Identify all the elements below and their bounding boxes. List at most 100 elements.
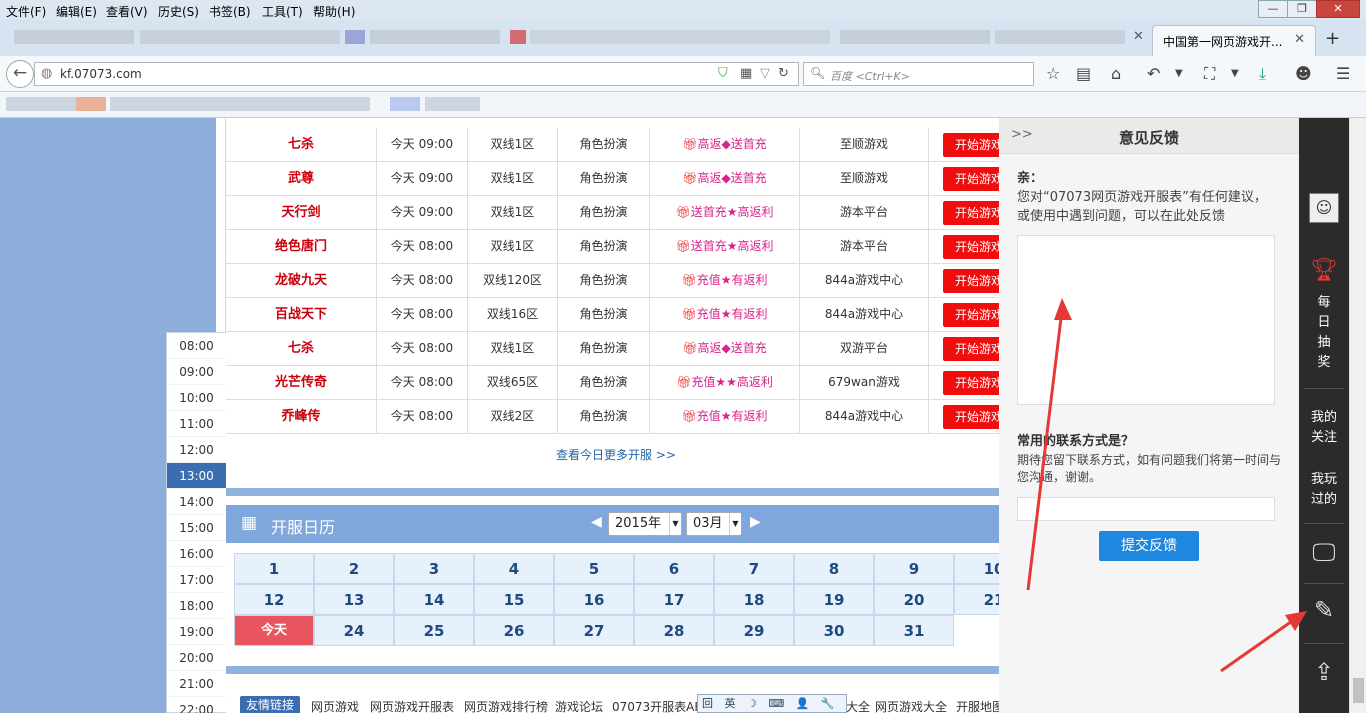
time-filter-item[interactable]: 19:00 (167, 619, 226, 645)
download-icon[interactable]: ⤓ (1259, 64, 1266, 84)
calendar-day[interactable]: 7 (714, 553, 794, 584)
new-tab-button[interactable]: + (1325, 28, 1340, 49)
calendar-day[interactable]: 29 (714, 615, 794, 646)
friend-link[interactable]: 网页游戏大全 (875, 698, 947, 713)
blurred-bookmark[interactable] (425, 97, 480, 111)
promo-link[interactable]: 🎁︎送首充★高返利 (650, 196, 800, 230)
blurred-bookmark[interactable] (390, 97, 420, 111)
time-filter-item[interactable]: 20:00 (167, 645, 226, 671)
year-select[interactable]: 2015年 ▼ (608, 512, 682, 536)
friend-link[interactable]: 网页游戏排行榜 (464, 698, 548, 713)
time-filter-item[interactable]: 15:00 (167, 515, 226, 541)
start-game-button[interactable]: 开始游戏 (943, 303, 1006, 327)
start-game-button[interactable]: 开始游戏 (943, 235, 1006, 259)
calendar-day[interactable]: 24 (314, 615, 394, 646)
calendar-day[interactable]: 12 (234, 584, 314, 615)
blurred-tab[interactable] (370, 30, 500, 44)
friend-link[interactable]: 07073开服表AF (612, 698, 701, 713)
game-name[interactable]: 光芒传奇 (226, 366, 377, 400)
calendar-day[interactable]: 30 (794, 615, 874, 646)
monitor-icon[interactable]: 🖵 (1299, 538, 1349, 566)
game-name[interactable]: 七杀 (226, 128, 377, 162)
calendar-day[interactable]: 3 (394, 553, 474, 584)
blurred-tab[interactable] (510, 30, 526, 44)
promo-link[interactable]: 🎁︎送首充★高返利 (650, 230, 800, 264)
friend-link[interactable]: 网页游戏开服表 (370, 698, 454, 713)
game-name[interactable]: 武尊 (226, 162, 377, 196)
calendar-day[interactable]: 9 (874, 553, 954, 584)
menu-edit[interactable]: 编辑(E) (56, 3, 97, 20)
menu-history[interactable]: 历史(S) (158, 3, 199, 20)
start-game-button[interactable]: 开始游戏 (943, 337, 1006, 361)
friend-link[interactable]: 大全 (846, 698, 870, 713)
game-name[interactable]: 乔峰传 (226, 400, 377, 434)
menu-bookmarks[interactable]: 书签(B) (209, 3, 251, 20)
submit-feedback-button[interactable]: 提交反馈 (1099, 531, 1199, 561)
reader-icon[interactable]: ▤ (1076, 64, 1091, 83)
calendar-day[interactable]: 6 (634, 553, 714, 584)
promo-link[interactable]: 🎁︎高返◆送首充 (650, 128, 800, 162)
calendar-day[interactable]: 8 (794, 553, 874, 584)
tab-active[interactable]: 中国第一网页游戏开... ✕ (1152, 25, 1316, 56)
game-name[interactable]: 绝色唐门 (226, 230, 377, 264)
calendar-day[interactable]: 16 (554, 584, 634, 615)
menu-help[interactable]: 帮助(H) (313, 3, 355, 20)
friend-link[interactable]: 网页游戏 (311, 698, 359, 713)
start-game-button[interactable]: 开始游戏 (943, 371, 1006, 395)
avatar[interactable]: ☺ (1309, 193, 1339, 223)
calendar-day[interactable]: 20 (874, 584, 954, 615)
start-game-button[interactable]: 开始游戏 (943, 269, 1006, 293)
prev-arrow-icon[interactable]: ◀ (591, 514, 602, 530)
upload-icon[interactable]: ⇪ (1299, 658, 1349, 686)
next-arrow-icon[interactable]: ▶ (750, 514, 761, 530)
contact-input[interactable] (1017, 497, 1275, 521)
calendar-day[interactable]: 2 (314, 553, 394, 584)
time-filter-item[interactable]: 22:00 (167, 697, 226, 713)
minimize-button[interactable]: — (1258, 0, 1288, 18)
calendar-day[interactable]: 27 (554, 615, 634, 646)
close-window-button[interactable]: ✕ (1316, 0, 1360, 18)
start-game-button[interactable]: 开始游戏 (943, 405, 1006, 429)
time-filter-item[interactable]: 10:00 (167, 385, 226, 411)
time-filter-item[interactable]: 11:00 (167, 411, 226, 437)
calendar-day[interactable]: 14 (394, 584, 474, 615)
menu-tools[interactable]: 工具(T) (262, 3, 303, 20)
calendar-day[interactable]: 28 (634, 615, 714, 646)
follow-link[interactable]: 我的关注 (1299, 408, 1349, 448)
played-link[interactable]: 我玩过的 (1299, 470, 1349, 510)
calendar-day[interactable]: 25 (394, 615, 474, 646)
menu-file[interactable]: 文件(F) (6, 3, 46, 20)
friend-link[interactable]: 开服地图 (956, 698, 999, 713)
time-filter-item[interactable]: 17:00 (167, 567, 226, 593)
blurred-bookmark[interactable] (76, 97, 106, 111)
calendar-day[interactable]: 17 (634, 584, 714, 615)
calendar-day[interactable]: 15 (474, 584, 554, 615)
chat-icon[interactable]: ☻ (1295, 64, 1312, 83)
scrollbar[interactable] (1349, 118, 1366, 713)
calendar-day[interactable]: 26 (474, 615, 554, 646)
trophy-icon[interactable]: 🏆︎ (1299, 258, 1349, 283)
game-name[interactable]: 七杀 (226, 332, 377, 366)
start-game-button[interactable]: 开始游戏 (943, 133, 1006, 157)
chevron-down-icon[interactable]: ▼ (1175, 68, 1183, 79)
blurred-tab[interactable] (345, 30, 365, 44)
calendar-day[interactable]: 31 (874, 615, 954, 646)
time-filter-item[interactable]: 16:00 (167, 541, 226, 567)
promo-link[interactable]: 🎁︎高返◆送首充 (650, 332, 800, 366)
game-name[interactable]: 天行剑 (226, 196, 377, 230)
home-icon[interactable]: ⌂ (1111, 64, 1121, 83)
calendar-day[interactable]: 19 (794, 584, 874, 615)
lottery-link[interactable]: 每日抽奖 (1299, 293, 1349, 373)
star-icon[interactable]: ☆ (1046, 64, 1060, 83)
month-select[interactable]: 03月 ▼ (686, 512, 742, 536)
blurred-bookmark[interactable] (6, 97, 76, 111)
reload-icon[interactable]: ↻ (778, 66, 789, 81)
time-filter-item[interactable]: 21:00 (167, 671, 226, 697)
calendar-day[interactable]: 18 (714, 584, 794, 615)
collapse-button[interactable]: >> (1011, 127, 1033, 142)
menu-view[interactable]: 查看(V) (106, 3, 148, 20)
start-game-button[interactable]: 开始游戏 (943, 167, 1006, 191)
more-link[interactable]: 查看今日更多开服 >> (226, 446, 1006, 463)
qr-code-icon[interactable]: ▦ (740, 66, 752, 81)
calendar-day[interactable]: 5 (554, 553, 634, 584)
